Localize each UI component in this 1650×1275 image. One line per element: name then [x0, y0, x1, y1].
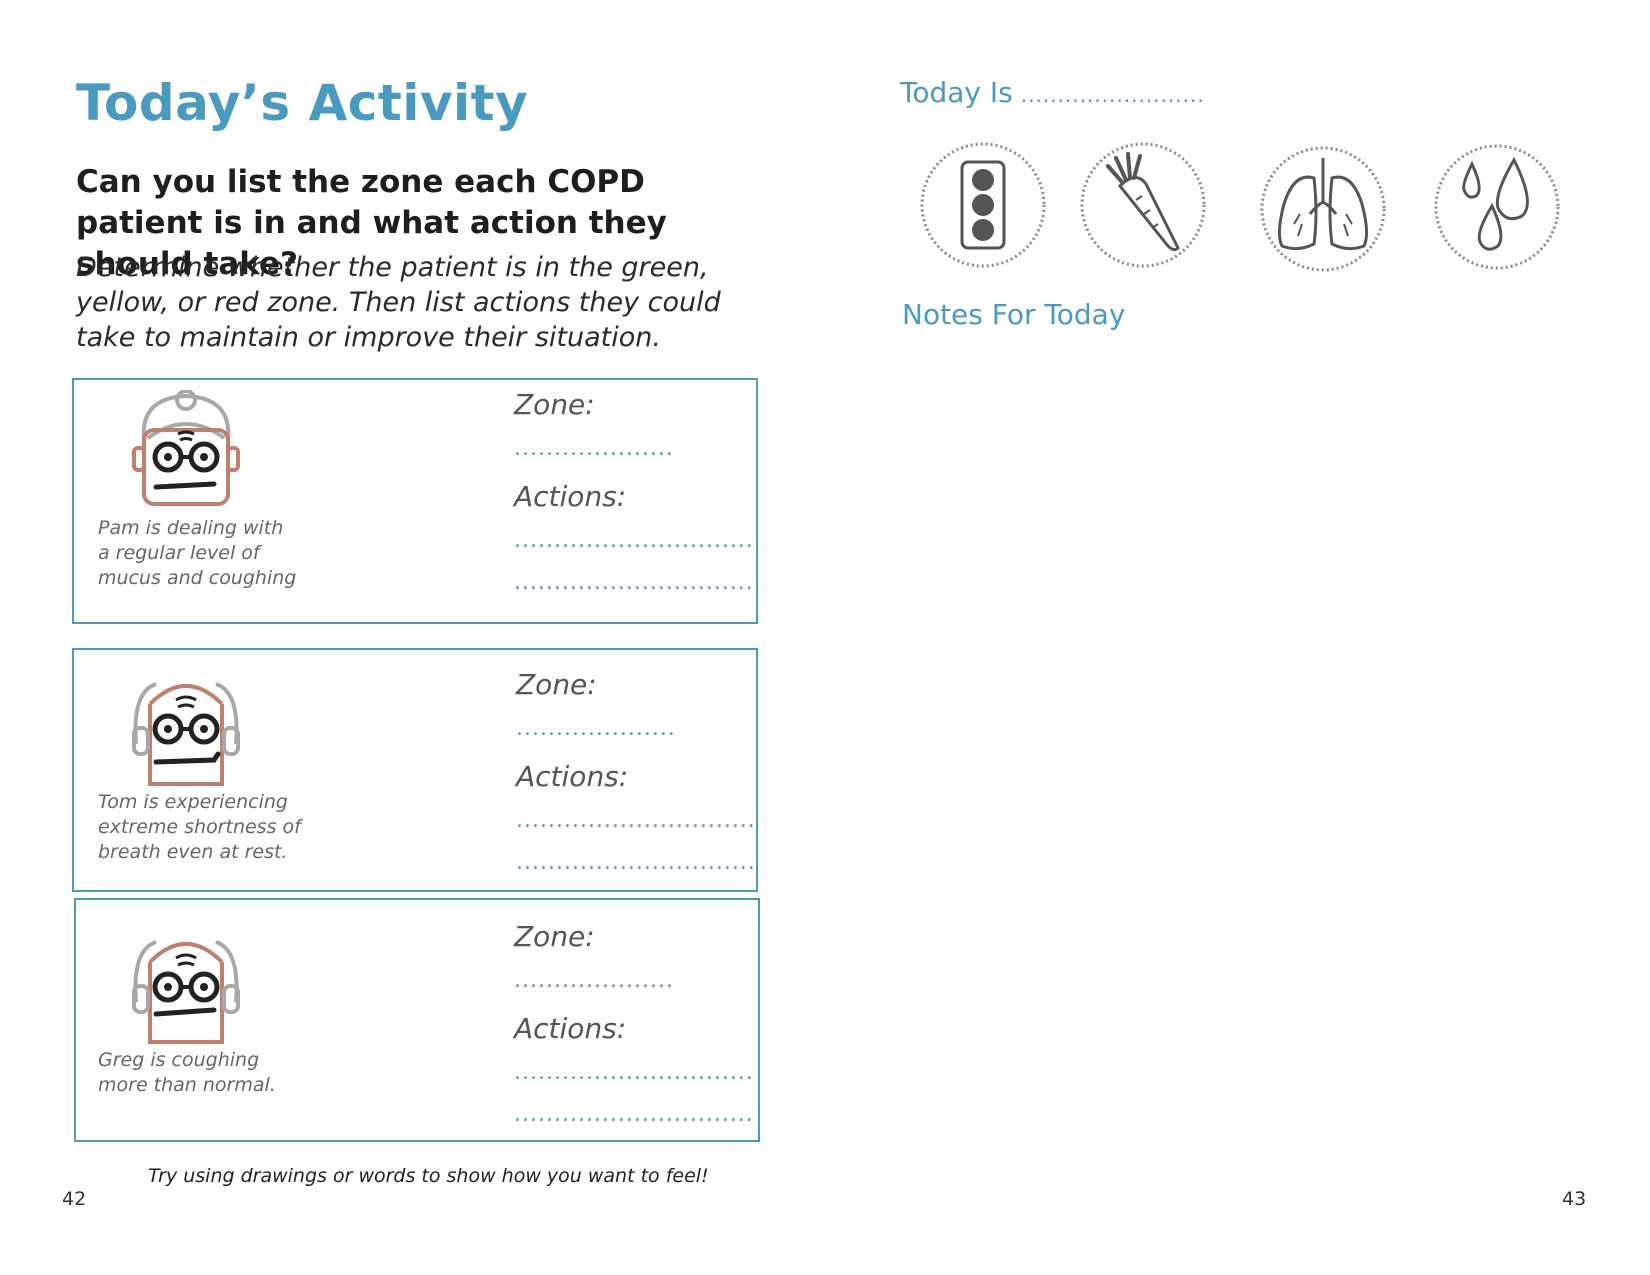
description-line: mucus and coughing — [98, 567, 297, 589]
action-blank-1[interactable]: .............................. — [516, 810, 756, 832]
description-line: breath even at rest. — [98, 841, 288, 863]
page-number-right: 43 — [1562, 1188, 1587, 1210]
page-title: Today’s Activity — [76, 74, 529, 132]
action-blank-2[interactable]: .............................. — [514, 1104, 754, 1126]
description-line: Pam is dealing with — [98, 517, 284, 539]
patient-card-greg: Greg is coughing more than normal. Zone:… — [74, 898, 760, 1142]
actions-label: Actions: — [514, 480, 627, 513]
zone-blank[interactable]: .................... — [514, 438, 674, 460]
description-line: Tom is experiencing — [98, 791, 288, 813]
patient-description: Greg is coughing more than normal. — [98, 1048, 348, 1098]
today-date-blank[interactable]: ......................... — [1021, 83, 1205, 107]
page-number-left: 42 — [62, 1188, 87, 1210]
zone-label: Zone: — [514, 388, 595, 421]
description-line: extreme shortness of — [98, 816, 301, 838]
action-blank-1[interactable]: .............................. — [514, 1062, 754, 1084]
actions-label: Actions: — [516, 760, 629, 793]
carrot-icon — [1080, 142, 1206, 268]
zone-blank[interactable]: .................... — [514, 970, 674, 992]
patient-description: Pam is dealing with a regular level of m… — [98, 516, 348, 591]
grandfather-avatar-icon — [132, 940, 240, 1044]
zone-label: Zone: — [516, 668, 597, 701]
patient-description: Tom is experiencing extreme shortness of… — [98, 790, 348, 865]
lungs-icon — [1260, 146, 1386, 272]
notes-for-today-heading: Notes For Today — [902, 298, 1126, 331]
action-blank-2[interactable]: .............................. — [516, 852, 756, 874]
footer-tip: Try using drawings or words to show how … — [148, 1165, 709, 1187]
patient-card-pam: Pam is dealing with a regular level of m… — [72, 378, 758, 624]
traffic-light-icon — [920, 142, 1046, 268]
description-line: a regular level of — [98, 542, 260, 564]
water-drops-icon — [1434, 144, 1560, 270]
zone-blank[interactable]: .................... — [516, 718, 676, 740]
patient-card-tom: Tom is experiencing extreme shortness of… — [72, 648, 758, 892]
activity-instructions: Determine whether the patient is in the … — [76, 252, 721, 353]
description-line: more than normal. — [98, 1074, 276, 1096]
grandfather-avatar-icon — [132, 682, 240, 786]
actions-label: Actions: — [514, 1012, 627, 1045]
action-blank-2[interactable]: .............................. — [514, 572, 754, 594]
zone-label: Zone: — [514, 920, 595, 953]
description-line: Greg is coughing — [98, 1049, 260, 1071]
today-is-row: Today Is......................... — [900, 76, 1205, 109]
action-blank-1[interactable]: .............................. — [514, 530, 754, 552]
today-is-label: Today Is — [900, 76, 1013, 109]
grandmother-avatar-icon — [132, 390, 240, 506]
